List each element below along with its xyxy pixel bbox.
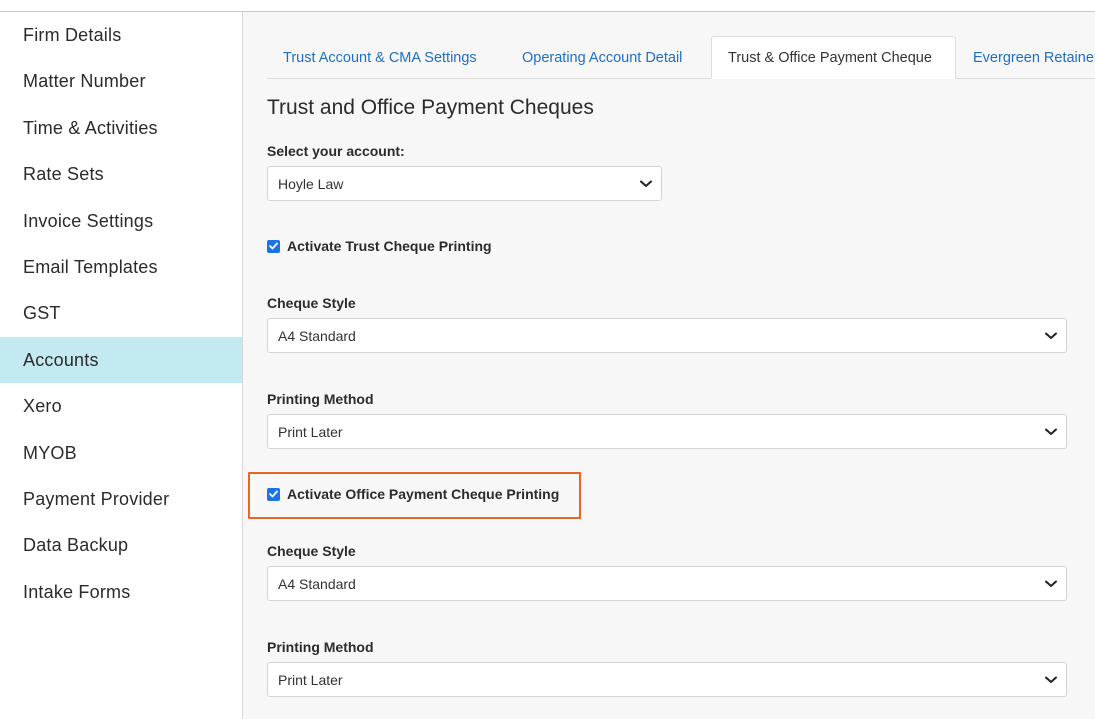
sidebar-item-xero[interactable]: Xero: [0, 383, 242, 429]
office-cheque-style-select[interactable]: A4 Standard: [267, 566, 1067, 601]
sidebar-item-payment-provider[interactable]: Payment Provider: [0, 476, 242, 522]
tab-trust-account-cma-settings[interactable]: Trust Account & CMA Settings: [267, 36, 493, 79]
checkmark-icon: [269, 242, 278, 250]
office-printing-method-select[interactable]: Print Later: [267, 662, 1067, 697]
tab-label: Operating Account Detail: [522, 49, 683, 66]
sidebar-item-matter-number[interactable]: Matter Number: [0, 58, 242, 104]
trust-cheque-style-label: Cheque Style: [267, 295, 356, 311]
trust-printing-method-value: Print Later: [278, 423, 343, 440]
sidebar-item-label: MYOB: [23, 442, 77, 463]
settings-sidebar: Firm Details Matter Number Time & Activi…: [0, 12, 243, 719]
chevron-down-icon: [1036, 662, 1066, 697]
sidebar-item-accounts[interactable]: Accounts: [0, 337, 242, 383]
tab-evergreen-retainer[interactable]: Evergreen Retainer: [957, 36, 1095, 79]
account-select-label: Select your account:: [267, 143, 405, 159]
trust-cheque-style-value: A4 Standard: [278, 327, 356, 344]
office-cheque-style-label: Cheque Style: [267, 543, 356, 559]
sidebar-item-intake-forms[interactable]: Intake Forms: [0, 569, 242, 615]
chevron-down-icon: [1036, 318, 1066, 353]
sidebar-item-label: Payment Provider: [23, 488, 170, 509]
tab-trust-office-payment-cheque[interactable]: Trust & Office Payment Cheque: [711, 36, 956, 79]
account-select-value: Hoyle Law: [278, 175, 344, 192]
sidebar-item-label: Email Templates: [23, 256, 158, 277]
sidebar-item-time-activities[interactable]: Time & Activities: [0, 105, 242, 151]
tab-label: Trust & Office Payment Cheque: [728, 49, 932, 66]
sidebar-item-label: Invoice Settings: [23, 210, 154, 231]
sidebar-item-label: GST: [23, 302, 61, 323]
sidebar-item-data-backup[interactable]: Data Backup: [0, 522, 242, 568]
trust-printing-method-select[interactable]: Print Later: [267, 414, 1067, 449]
office-cheque-printing-checkbox[interactable]: [267, 487, 280, 501]
chevron-down-icon: [1036, 414, 1066, 449]
chevron-down-icon: [1036, 566, 1066, 601]
trust-cheque-printing-checkbox[interactable]: [267, 239, 280, 253]
sidebar-item-gst[interactable]: GST: [0, 290, 242, 336]
office-cheque-printing-row: Activate Office Payment Cheque Printing: [267, 486, 559, 502]
tab-operating-account-detail[interactable]: Operating Account Detail: [506, 36, 698, 79]
sidebar-item-firm-details[interactable]: Firm Details: [0, 12, 242, 58]
trust-cheque-printing-label: Activate Trust Cheque Printing: [287, 238, 492, 254]
sidebar-item-label: Accounts: [23, 349, 99, 370]
account-select[interactable]: Hoyle Law: [267, 166, 662, 201]
trust-cheque-printing-row: Activate Trust Cheque Printing: [267, 238, 492, 254]
tab-label: Evergreen Retainer: [973, 49, 1095, 66]
trust-cheque-style-select[interactable]: A4 Standard: [267, 318, 1067, 353]
sidebar-item-label: Rate Sets: [23, 163, 104, 184]
trust-printing-method-label: Printing Method: [267, 391, 374, 407]
office-printing-method-value: Print Later: [278, 671, 343, 688]
tab-label: Trust Account & CMA Settings: [283, 49, 477, 66]
office-cheque-style-value: A4 Standard: [278, 575, 356, 592]
main-content: Trust Account & CMA Settings Operating A…: [243, 12, 1095, 719]
page-title: Trust and Office Payment Cheques: [267, 96, 594, 119]
sidebar-item-label: Data Backup: [23, 534, 129, 555]
checkmark-icon: [269, 490, 278, 498]
chevron-down-icon: [631, 166, 661, 201]
sidebar-item-invoice-settings[interactable]: Invoice Settings: [0, 198, 242, 244]
office-cheque-printing-label: Activate Office Payment Cheque Printing: [287, 486, 560, 502]
sidebar-item-rate-sets[interactable]: Rate Sets: [0, 151, 242, 197]
sidebar-item-myob[interactable]: MYOB: [0, 430, 242, 476]
sidebar-item-label: Firm Details: [23, 24, 122, 45]
sidebar-item-email-templates[interactable]: Email Templates: [0, 244, 242, 290]
office-printing-method-label: Printing Method: [267, 639, 374, 655]
sidebar-item-label: Xero: [23, 395, 62, 416]
sidebar-item-label: Time & Activities: [23, 117, 158, 138]
sidebar-item-label: Matter Number: [23, 70, 146, 91]
sidebar-item-label: Intake Forms: [23, 581, 131, 602]
